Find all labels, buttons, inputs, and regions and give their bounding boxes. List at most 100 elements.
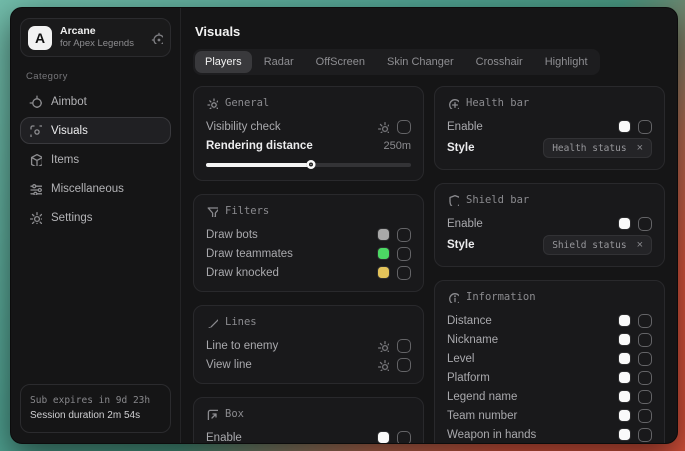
color-swatch[interactable] <box>619 391 630 402</box>
level-checkbox[interactable] <box>638 352 652 366</box>
clear-icon[interactable]: × <box>637 240 643 251</box>
setting-row-draw-bots: Draw bots <box>206 225 411 244</box>
sidebar-nav: Aimbot Visuals Items Miscellaneous Setti… <box>20 88 171 231</box>
sidebar-item-label: Settings <box>51 212 93 224</box>
setting-row-draw-knocked: Draw knocked <box>206 263 411 282</box>
tab-radar[interactable]: Radar <box>254 51 304 73</box>
health-enable-checkbox[interactable] <box>638 120 652 134</box>
sidebar-item-miscellaneous[interactable]: Miscellaneous <box>20 175 171 202</box>
color-swatch[interactable] <box>378 229 389 240</box>
panel-box: Box Enable Enable background <box>193 397 424 443</box>
setting-row-distance: Distance <box>447 311 652 330</box>
health-style-select[interactable]: Health status × <box>543 138 652 158</box>
color-swatch[interactable] <box>378 432 389 443</box>
brand-target-icon[interactable] <box>151 32 163 44</box>
sidebar-item-aimbot[interactable]: Aimbot <box>20 88 171 115</box>
color-swatch[interactable] <box>619 121 630 132</box>
setting-row-weapon-in-hands: Weapon in hands <box>447 425 652 443</box>
setting-row-health-style: Style Health status × <box>447 136 652 160</box>
view-line-gear-icon[interactable] <box>377 359 389 371</box>
color-swatch[interactable] <box>378 267 389 278</box>
color-swatch[interactable] <box>378 248 389 259</box>
package-icon <box>29 153 42 166</box>
rendering-distance-value: 250m <box>383 140 411 152</box>
slider-fill <box>206 163 311 167</box>
tab-players[interactable]: Players <box>195 51 252 73</box>
shield-enable-checkbox[interactable] <box>638 217 652 231</box>
distance-checkbox[interactable] <box>638 314 652 328</box>
clear-icon[interactable]: × <box>637 143 643 154</box>
color-swatch[interactable] <box>619 334 630 345</box>
panel-lines: Lines Line to enemy View line <box>193 305 424 384</box>
left-column: General Visibility check Rendering dista… <box>193 86 424 443</box>
color-swatch[interactable] <box>619 315 630 326</box>
setting-row-level: Level <box>447 349 652 368</box>
draw-knocked-checkbox[interactable] <box>397 266 411 280</box>
eye-scan-icon <box>29 124 42 137</box>
nickname-checkbox[interactable] <box>638 333 652 347</box>
crosshair-icon <box>29 95 42 108</box>
line-to-enemy-gear-icon[interactable] <box>377 340 389 352</box>
setting-row-team-number: Team number <box>447 406 652 425</box>
shield-style-select[interactable]: Shield status × <box>543 235 652 255</box>
info-icon <box>447 291 459 303</box>
setting-row-legend-name: Legend name <box>447 387 652 406</box>
team-number-checkbox[interactable] <box>638 409 652 423</box>
session-duration-text: Session duration 2m 54s <box>30 408 161 424</box>
tab-highlight[interactable]: Highlight <box>535 51 598 73</box>
app-subtitle: for Apex Legends <box>60 38 143 50</box>
tab-crosshair[interactable]: Crosshair <box>466 51 533 73</box>
panel-title: Information <box>466 291 536 303</box>
panel-general: General Visibility check Rendering dista… <box>193 86 424 181</box>
app-logo: A <box>28 26 52 50</box>
line-to-enemy-checkbox[interactable] <box>397 339 411 353</box>
sliders-icon <box>29 182 42 195</box>
line-icon <box>206 316 218 328</box>
sidebar-item-settings[interactable]: Settings <box>20 204 171 231</box>
panel-information: Information Distance Nickname Level <box>434 280 665 443</box>
color-swatch[interactable] <box>619 429 630 440</box>
setting-row-nickname: Nickname <box>447 330 652 349</box>
sun-icon <box>206 97 218 109</box>
color-swatch[interactable] <box>619 410 630 421</box>
draw-bots-checkbox[interactable] <box>397 228 411 242</box>
subscription-card: Sub expires in 9d 23h Session duration 2… <box>20 384 171 433</box>
box-enable-checkbox[interactable] <box>397 431 411 444</box>
category-label: Category <box>26 71 171 82</box>
sidebar-item-label: Visuals <box>51 125 88 137</box>
setting-row-platform: Platform <box>447 368 652 387</box>
visibility-check-gear-icon[interactable] <box>377 121 389 133</box>
legend-name-checkbox[interactable] <box>638 390 652 404</box>
tab-skin-changer[interactable]: Skin Changer <box>377 51 464 73</box>
weapon-in-hands-checkbox[interactable] <box>638 428 652 442</box>
page-title: Visuals <box>195 24 665 39</box>
box-icon <box>206 408 218 420</box>
sub-expires-text: Sub expires in 9d 23h <box>30 393 161 408</box>
visibility-check-checkbox[interactable] <box>397 120 411 134</box>
slider-thumb[interactable] <box>306 160 315 169</box>
brand-card: A Arcane for Apex Legends <box>20 18 171 57</box>
setting-row-rendering-distance: Rendering distance 250m <box>206 136 411 155</box>
tab-offscreen[interactable]: OffScreen <box>306 51 375 73</box>
panel-title: Filters <box>225 205 269 217</box>
sidebar-item-visuals[interactable]: Visuals <box>20 117 171 144</box>
setting-row-shield-style: Style Shield status × <box>447 233 652 257</box>
shield-icon <box>447 194 459 206</box>
panel-title: Box <box>225 408 244 420</box>
draw-teammates-checkbox[interactable] <box>397 247 411 261</box>
color-swatch[interactable] <box>619 372 630 383</box>
rendering-distance-slider[interactable] <box>206 158 411 171</box>
sidebar: A Arcane for Apex Legends Category Aimbo… <box>11 8 181 443</box>
setting-row-draw-teammates: Draw teammates <box>206 244 411 263</box>
color-swatch[interactable] <box>619 353 630 364</box>
sidebar-item-items[interactable]: Items <box>20 146 171 173</box>
funnel-icon <box>206 205 218 217</box>
color-swatch[interactable] <box>619 218 630 229</box>
tab-bar: Players Radar OffScreen Skin Changer Cro… <box>193 49 600 75</box>
view-line-checkbox[interactable] <box>397 358 411 372</box>
panel-shield-bar: Shield bar Enable Style Shield status <box>434 183 665 267</box>
platform-checkbox[interactable] <box>638 371 652 385</box>
panels-grid: General Visibility check Rendering dista… <box>193 86 665 443</box>
sidebar-item-label: Aimbot <box>51 96 87 108</box>
panel-title: Lines <box>225 316 257 328</box>
